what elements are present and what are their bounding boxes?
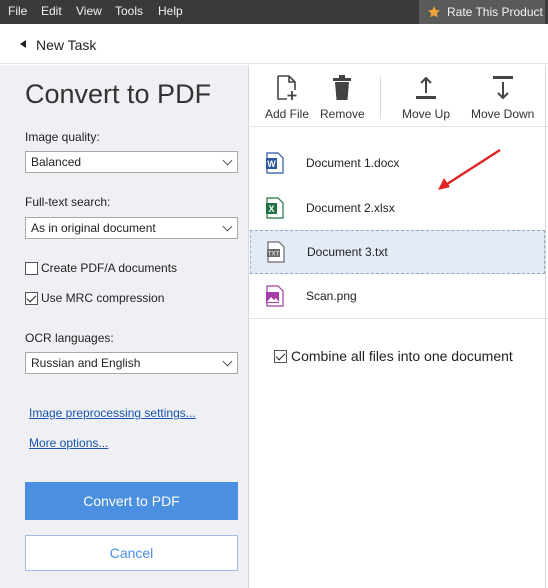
file-name: Document 2.xlsx [306, 201, 395, 215]
panel-title: Convert to PDF [25, 79, 212, 109]
create-pdfa-label: Create PDF/A documents [41, 261, 178, 275]
svg-text:X: X [268, 204, 274, 214]
image-quality-value: Balanced [31, 155, 82, 169]
combine-files-label: Combine all files into one document [291, 348, 513, 364]
move-up-icon [416, 76, 437, 99]
fulltext-search-label: Full-text search: [25, 195, 111, 209]
star-icon [428, 6, 440, 18]
menu-file[interactable]: File [8, 4, 27, 18]
rate-product-button[interactable]: Rate This Product [419, 0, 545, 24]
menu-bar: File Edit View Tools Help Rate This Prod… [0, 0, 548, 24]
svg-text:W: W [267, 159, 276, 169]
task-header: New Task [0, 24, 548, 64]
menu-view[interactable]: View [76, 4, 102, 18]
move-down-label: Move Down [471, 107, 535, 121]
move-up-label: Move Up [402, 107, 451, 121]
menu-edit[interactable]: Edit [41, 4, 62, 18]
image-quality-select[interactable]: Balanced [25, 151, 238, 173]
file-toolbar: Add File Remove Move Up Move Down [250, 65, 548, 127]
checkbox-checked-icon [25, 291, 38, 305]
ocr-languages-value: Russian and English [31, 356, 141, 370]
menu-tools[interactable]: Tools [115, 4, 143, 18]
move-up-button[interactable]: Move Up [402, 73, 450, 121]
back-arrow-icon[interactable] [20, 40, 26, 48]
file-list-item-selected[interactable]: TXT Document 3.txt [250, 230, 545, 274]
move-down-icon [492, 76, 513, 100]
convert-to-pdf-button[interactable]: Convert to PDF [25, 482, 238, 520]
annotation-arrow-icon [438, 148, 501, 190]
trash-icon [333, 75, 352, 100]
fulltext-search-value: As in original document [31, 221, 156, 235]
settings-panel: Convert to PDF Image quality: Balanced F… [0, 65, 249, 588]
image-quality-label: Image quality: [25, 130, 100, 144]
file-name: Document 3.txt [307, 245, 388, 259]
ocr-languages-select[interactable]: Russian and English [25, 352, 238, 374]
more-options-link[interactable]: More options... [29, 436, 108, 450]
list-divider [250, 318, 548, 319]
add-file-icon [277, 75, 297, 100]
chevron-down-icon [222, 221, 233, 232]
chevron-down-icon [222, 155, 233, 166]
chevron-down-icon [222, 356, 233, 367]
file-list-item[interactable]: Scan.png [250, 274, 545, 318]
ocr-languages-label: OCR languages: [25, 331, 114, 345]
toolbar-divider [380, 77, 381, 119]
cancel-button[interactable]: Cancel [25, 535, 238, 571]
image-doc-icon [266, 285, 284, 307]
combine-files-checkbox[interactable]: Combine all files into one document [274, 348, 513, 364]
file-name: Document 1.docx [306, 156, 400, 170]
window-edge [545, 65, 546, 588]
add-file-button[interactable]: Add File [265, 73, 309, 121]
image-preprocessing-link[interactable]: Image preprocessing settings... [29, 406, 196, 420]
add-file-label: Add File [265, 107, 310, 121]
fulltext-search-select[interactable]: As in original document [25, 217, 238, 239]
checkbox-unchecked-icon [25, 261, 38, 275]
text-doc-icon: TXT [267, 241, 285, 263]
remove-button[interactable]: Remove [320, 73, 365, 121]
rate-product-label: Rate This Product [447, 5, 543, 19]
menu-help[interactable]: Help [158, 4, 183, 18]
svg-text:TXT: TXT [268, 252, 280, 258]
excel-doc-icon: X [266, 197, 284, 219]
checkbox-checked-icon [274, 349, 287, 363]
use-mrc-checkbox[interactable]: Use MRC compression [25, 291, 164, 305]
remove-label: Remove [320, 107, 365, 121]
move-down-button[interactable]: Move Down [471, 73, 534, 121]
file-name: Scan.png [306, 289, 357, 303]
word-doc-icon: W [266, 152, 284, 174]
new-task-link[interactable]: New Task [36, 37, 96, 53]
use-mrc-label: Use MRC compression [41, 291, 165, 305]
create-pdfa-checkbox[interactable]: Create PDF/A documents [25, 261, 177, 275]
